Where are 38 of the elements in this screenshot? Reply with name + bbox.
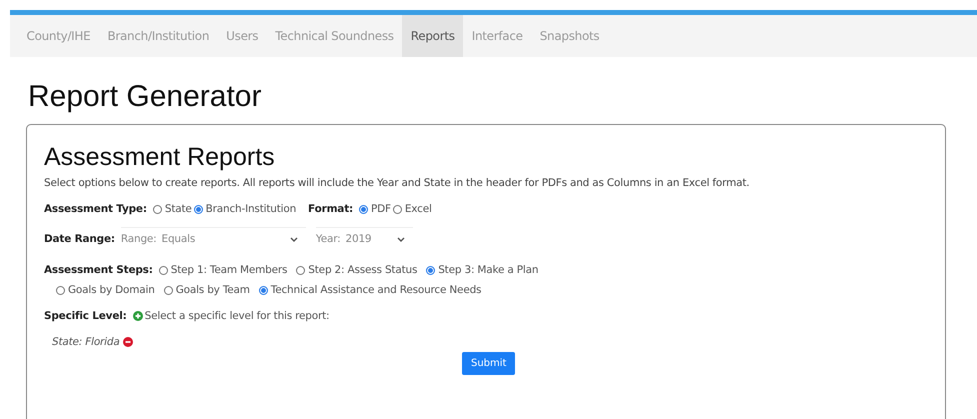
radio-button[interactable] xyxy=(152,204,162,214)
option-label[interactable]: Step 2: Assess Status xyxy=(308,264,418,276)
radio-button[interactable] xyxy=(258,286,268,294)
field-label: Format: xyxy=(308,203,354,215)
option-label[interactable]: Step 3: Make a Plan xyxy=(438,264,538,276)
field-label: Assessment Type: xyxy=(44,203,147,215)
radio-button[interactable] xyxy=(296,266,306,274)
add-icon[interactable] xyxy=(132,311,143,321)
chevron-down-icon xyxy=(290,236,298,242)
radio-button[interactable] xyxy=(392,204,402,214)
page-title: Report Generator xyxy=(28,80,262,114)
year-select[interactable]: Year: 2019 xyxy=(316,227,413,250)
card-title: Assessment Reports xyxy=(44,142,276,173)
selected-level: State: Florida xyxy=(52,336,120,348)
chevron-down-icon xyxy=(396,236,405,242)
option-label[interactable]: Branch-Institution xyxy=(206,203,296,215)
range-select[interactable]: Range: Equals xyxy=(120,227,306,250)
radio-button[interactable] xyxy=(426,266,436,274)
option-label[interactable]: Goals by Team xyxy=(176,284,250,296)
field-label: Assessment Steps: xyxy=(44,264,153,276)
level-prompt: Select a specific level for this report: xyxy=(144,310,330,322)
option-label[interactable]: Step 1: Team Members xyxy=(170,264,288,276)
radio-button[interactable] xyxy=(56,286,65,294)
option-label[interactable]: Goals by Domain xyxy=(68,284,155,296)
field-label: Date Range: xyxy=(44,232,115,244)
radio-button[interactable] xyxy=(359,204,368,214)
field-label: Specific Level: xyxy=(44,310,127,322)
nav-tab[interactable]: Reports xyxy=(402,15,464,57)
option-label[interactable]: Technical Assistance and Resource Needs xyxy=(270,284,482,296)
submit-button[interactable]: Submit xyxy=(462,352,516,375)
remove-icon[interactable] xyxy=(122,337,133,347)
radio-button[interactable] xyxy=(164,286,173,294)
intro-text: Select options below to create reports. All reports will include the Year and State in the header for PDFs and as Columns in an Excel format. xyxy=(44,177,750,189)
radio-button[interactable] xyxy=(194,204,203,214)
radio-button[interactable] xyxy=(158,266,168,274)
option-label[interactable]: Excel xyxy=(404,203,432,215)
option-label[interactable]: State xyxy=(164,203,192,215)
option-label[interactable]: PDF xyxy=(371,203,391,215)
